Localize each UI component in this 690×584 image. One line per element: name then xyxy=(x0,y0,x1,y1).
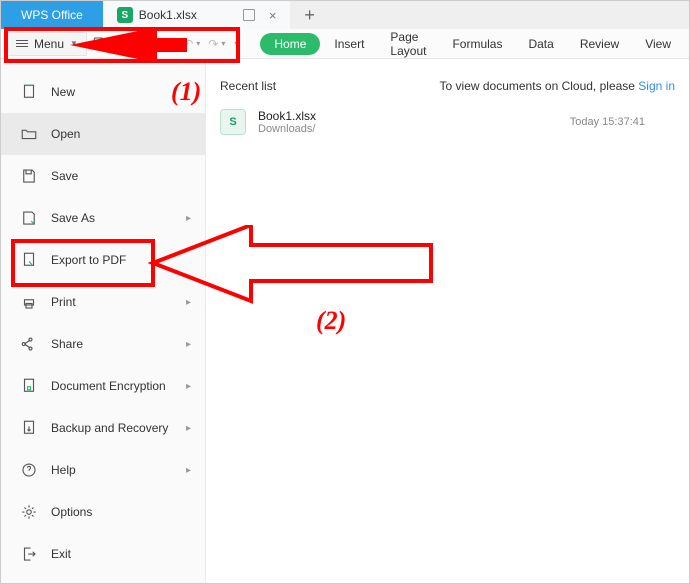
menu-item-document-encryption[interactable]: Document Encryption ▸ xyxy=(1,365,205,407)
spreadsheet-file-icon: S xyxy=(220,109,246,135)
open-folder-icon[interactable] xyxy=(109,35,125,53)
redo-dropdown-icon[interactable]: ▾ xyxy=(221,39,225,48)
menu-item-open[interactable]: Open xyxy=(1,113,205,155)
gear-icon xyxy=(19,502,39,522)
recent-file-row[interactable]: S Book1.xlsx Downloads/ Today 15:37:41 xyxy=(220,109,675,135)
menu-item-options[interactable]: Options xyxy=(1,491,205,533)
print-icon[interactable] xyxy=(145,35,161,53)
spreadsheet-icon: S xyxy=(117,7,133,23)
new-icon xyxy=(19,82,39,102)
new-file-icon[interactable] xyxy=(91,35,107,53)
file-name: Book1.xlsx xyxy=(258,109,316,123)
submenu-arrow-icon: ▸ xyxy=(186,339,191,350)
menu-button[interactable]: Menu ▼ xyxy=(7,32,87,56)
print-icon xyxy=(19,292,39,312)
menu-item-label: Save As xyxy=(51,211,95,225)
file-timestamp: Today 15:37:41 xyxy=(570,116,675,128)
menu-item-help[interactable]: Help ▸ xyxy=(1,449,205,491)
hamburger-icon xyxy=(16,40,28,47)
tab-page-layout[interactable]: Page Layout xyxy=(378,30,438,58)
app-name-tab: WPS Office xyxy=(1,1,103,29)
save-icon xyxy=(19,166,39,186)
menu-item-label: Print xyxy=(51,295,76,309)
share-icon xyxy=(19,334,39,354)
menu-item-label: Export to PDF xyxy=(51,253,126,267)
help-icon xyxy=(19,460,39,480)
menu-item-save[interactable]: Save xyxy=(1,155,205,197)
undo-icon[interactable]: ↶ xyxy=(183,35,193,53)
backup-icon xyxy=(19,418,39,438)
menu-item-label: Exit xyxy=(51,547,71,561)
menu-item-label: Backup and Recovery xyxy=(51,421,168,435)
menu-item-export-pdf[interactable]: Export to PDF xyxy=(1,239,205,281)
toolbar-overflow-icon[interactable]: ▾ xyxy=(234,39,238,48)
file-path: Downloads/ xyxy=(258,123,316,135)
sign-in-link[interactable]: Sign in xyxy=(638,79,675,93)
cloud-message: To view documents on Cloud, please Sign … xyxy=(440,79,675,93)
tab-insert[interactable]: Insert xyxy=(322,37,376,51)
menu-panel: New Open Save Save As ▸ Export to PDF Pr… xyxy=(1,59,206,583)
undo-dropdown-icon[interactable]: ▾ xyxy=(196,39,200,48)
menu-item-label: Save xyxy=(51,169,78,183)
titlebar: WPS Office S Book1.xlsx × + xyxy=(1,1,689,29)
redo-icon[interactable]: ↷ xyxy=(208,35,218,53)
toolbar: Menu ▼ ↶ ▾ ↷ ▾ ▾ Home Insert Page Layout… xyxy=(1,29,689,59)
tab-review[interactable]: Review xyxy=(568,37,631,51)
submenu-arrow-icon: ▸ xyxy=(186,297,191,308)
doc-tab-label: Book1.xlsx xyxy=(139,8,197,22)
menu-item-backup-recovery[interactable]: Backup and Recovery ▸ xyxy=(1,407,205,449)
menu-item-exit[interactable]: Exit xyxy=(1,533,205,575)
save-icon[interactable] xyxy=(127,35,143,53)
lock-icon xyxy=(19,376,39,396)
submenu-arrow-icon: ▸ xyxy=(186,381,191,392)
close-icon[interactable]: × xyxy=(269,8,277,23)
menu-item-share[interactable]: Share ▸ xyxy=(1,323,205,365)
tab-view[interactable]: View xyxy=(633,37,683,51)
submenu-arrow-icon: ▸ xyxy=(186,213,191,224)
tab-home[interactable]: Home xyxy=(260,33,320,55)
menu-item-label: Document Encryption xyxy=(51,379,166,393)
content-pane: Recent list To view documents on Cloud, … xyxy=(206,59,689,583)
chevron-down-icon: ▼ xyxy=(70,39,78,48)
tab-formulas[interactable]: Formulas xyxy=(440,37,514,51)
save-as-icon xyxy=(19,208,39,228)
menu-item-label: Help xyxy=(51,463,76,477)
window-restore-icon[interactable] xyxy=(243,9,255,21)
body: New Open Save Save As ▸ Export to PDF Pr… xyxy=(1,59,689,583)
exit-icon xyxy=(19,544,39,564)
recent-list-header: Recent list xyxy=(220,79,276,93)
menu-button-label: Menu xyxy=(34,37,64,51)
menu-item-save-as[interactable]: Save As ▸ xyxy=(1,197,205,239)
menu-item-print[interactable]: Print ▸ xyxy=(1,281,205,323)
add-tab-button[interactable]: + xyxy=(290,1,329,29)
menu-item-label: New xyxy=(51,85,75,99)
menu-item-new[interactable]: New xyxy=(1,71,205,113)
tab-data[interactable]: Data xyxy=(516,37,565,51)
submenu-arrow-icon: ▸ xyxy=(186,465,191,476)
menu-item-label: Open xyxy=(51,127,80,141)
preview-icon[interactable] xyxy=(163,35,179,53)
export-pdf-icon xyxy=(19,250,39,270)
document-tab[interactable]: S Book1.xlsx × xyxy=(103,1,291,29)
open-icon xyxy=(19,124,39,144)
menu-item-label: Share xyxy=(51,337,83,351)
submenu-arrow-icon: ▸ xyxy=(186,423,191,434)
menu-item-label: Options xyxy=(51,505,92,519)
